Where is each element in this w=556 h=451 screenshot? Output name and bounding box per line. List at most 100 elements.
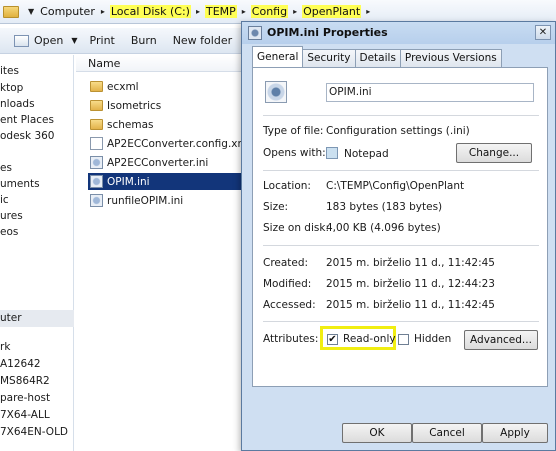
notepad-icon [326, 147, 338, 159]
file-name: AP2ECConverter.config.xml [107, 137, 251, 150]
accessed-value: 2015 m. birželio 11 d., 11:42:45 [326, 299, 495, 311]
readonly-label[interactable]: Read-only [343, 333, 396, 345]
nav-item[interactable]: es [0, 162, 12, 174]
chevron-right-icon[interactable]: ▸ [293, 7, 297, 16]
ini-file-icon [90, 156, 103, 169]
chevron-right-icon[interactable]: ▸ [242, 7, 246, 16]
folder-icon [90, 81, 103, 92]
column-header-label: Name [88, 57, 121, 70]
breadcrumb-local-disk[interactable]: Local Disk (C:) [109, 5, 191, 18]
new-folder-button[interactable]: New folder [173, 34, 232, 47]
readonly-checkbox[interactable]: ✔ [327, 334, 338, 345]
nav-item[interactable]: ic [0, 194, 9, 206]
nav-item[interactable]: uments [0, 178, 40, 190]
attributes-label: Attributes: [263, 333, 319, 345]
print-button[interactable]: Print [90, 34, 115, 47]
close-button[interactable]: ✕ [535, 25, 551, 40]
nav-item[interactable]: ktop [0, 82, 23, 94]
type-label: Type of file: [263, 125, 324, 137]
file-name: runfileOPIM.ini [107, 194, 184, 207]
size-label: Size: [263, 201, 289, 213]
navigation-pane[interactable]: ites ktop nloads ent Places odesk 360 es… [0, 55, 74, 451]
apply-button[interactable]: Apply [482, 423, 548, 443]
list-item-selected[interactable]: OPIM.ini [88, 173, 258, 190]
list-item[interactable]: runfileOPIM.ini [90, 192, 246, 209]
file-name: schemas [107, 118, 154, 131]
open-icon [14, 34, 29, 47]
tab-general[interactable]: General [252, 46, 304, 67]
nav-item[interactable]: rk [0, 341, 10, 353]
cancel-button[interactable]: Cancel [412, 423, 482, 443]
folder-icon [3, 5, 19, 18]
nav-item[interactable]: odesk 360 [0, 130, 54, 142]
divider [263, 245, 539, 246]
nav-item[interactable]: ures [0, 210, 23, 222]
breadcrumb-openplant[interactable]: OpenPlant [302, 5, 362, 18]
hidden-label[interactable]: Hidden [414, 333, 451, 345]
dialog-title: OPIM.ini Properties [267, 26, 388, 39]
chevron-down-icon[interactable]: ▼ [71, 36, 77, 45]
chevron-right-icon[interactable]: ▸ [196, 7, 200, 16]
opens-with-app: Notepad [344, 148, 389, 160]
tab-strip: General Security Details Previous Versio… [252, 46, 502, 67]
nav-item[interactable]: ites [0, 65, 19, 77]
column-header-name[interactable]: Name [76, 55, 246, 72]
nav-item-computer[interactable]: uter [0, 312, 22, 324]
size-on-disk-label: Size on disk: [263, 222, 329, 234]
folder-icon [90, 119, 103, 130]
list-item[interactable]: AP2ECConverter.ini [90, 154, 246, 171]
list-item[interactable]: Isometrics [90, 97, 246, 114]
tab-previous-versions[interactable]: Previous Versions [399, 49, 502, 67]
nav-item[interactable]: ent Places [0, 114, 54, 126]
ok-button[interactable]: OK [342, 423, 412, 443]
breadcrumb-config[interactable]: Config [250, 5, 289, 18]
advanced-button[interactable]: Advanced... [464, 330, 538, 350]
file-name: AP2ECConverter.ini [107, 156, 209, 169]
opens-with-label: Opens with: [263, 147, 326, 159]
location-label: Location: [263, 180, 311, 192]
size-value: 183 bytes (183 bytes) [326, 201, 443, 213]
nav-item[interactable]: nloads [0, 98, 35, 110]
ini-file-icon [90, 175, 103, 188]
open-button[interactable]: Open [34, 34, 63, 47]
nav-item[interactable]: MS864R2 [0, 375, 50, 387]
general-tab-panel: OPIM.ini Type of file: Configuration set… [252, 67, 548, 387]
file-list[interactable]: Name ecxml Isometrics schemas AP2ECConve… [76, 55, 258, 451]
change-button[interactable]: Change... [456, 143, 532, 163]
nav-item[interactable]: pare-host [0, 392, 50, 404]
list-item[interactable]: ecxml [90, 78, 246, 95]
breadcrumb-temp[interactable]: TEMP [204, 5, 237, 18]
location-value: C:\TEMP\Config\OpenPlant [326, 180, 465, 192]
ini-file-icon [265, 81, 287, 103]
divider [263, 321, 539, 322]
chevron-down-icon[interactable]: ▼ [28, 7, 34, 16]
chevron-right-icon[interactable]: ▸ [101, 7, 105, 16]
list-item[interactable]: schemas [90, 116, 246, 133]
nav-item[interactable]: 7X64-ALL [0, 409, 50, 421]
dialog-titlebar[interactable]: OPIM.ini Properties ✕ [242, 22, 555, 44]
hidden-checkbox[interactable] [398, 334, 409, 345]
modified-value: 2015 m. birželio 11 d., 12:44:23 [326, 278, 495, 290]
folder-icon [90, 100, 103, 111]
nav-item[interactable]: 7X64EN-OLD [0, 426, 68, 438]
tab-details[interactable]: Details [354, 49, 401, 67]
dialog-button-bar: OK Cancel Apply [242, 414, 555, 450]
accessed-label: Accessed: [263, 299, 316, 311]
breadcrumb-computer[interactable]: Computer [39, 5, 96, 18]
file-name: ecxml [107, 80, 139, 93]
modified-label: Modified: [263, 278, 312, 290]
size-on-disk-value: 4,00 KB (4.096 bytes) [326, 222, 441, 234]
ini-file-icon [248, 26, 262, 40]
nav-item[interactable]: eos [0, 226, 18, 238]
burn-button[interactable]: Burn [131, 34, 157, 47]
file-name-field[interactable]: OPIM.ini [326, 83, 534, 102]
list-item[interactable]: AP2ECConverter.config.xml [90, 135, 251, 152]
nav-item[interactable]: A12642 [0, 358, 41, 370]
divider [263, 115, 539, 116]
created-label: Created: [263, 257, 309, 269]
xml-file-icon [90, 137, 103, 150]
chevron-right-icon[interactable]: ▸ [366, 7, 370, 16]
tab-security[interactable]: Security [302, 49, 356, 67]
created-value: 2015 m. birželio 11 d., 11:42:45 [326, 257, 495, 269]
ini-file-icon [90, 194, 103, 207]
